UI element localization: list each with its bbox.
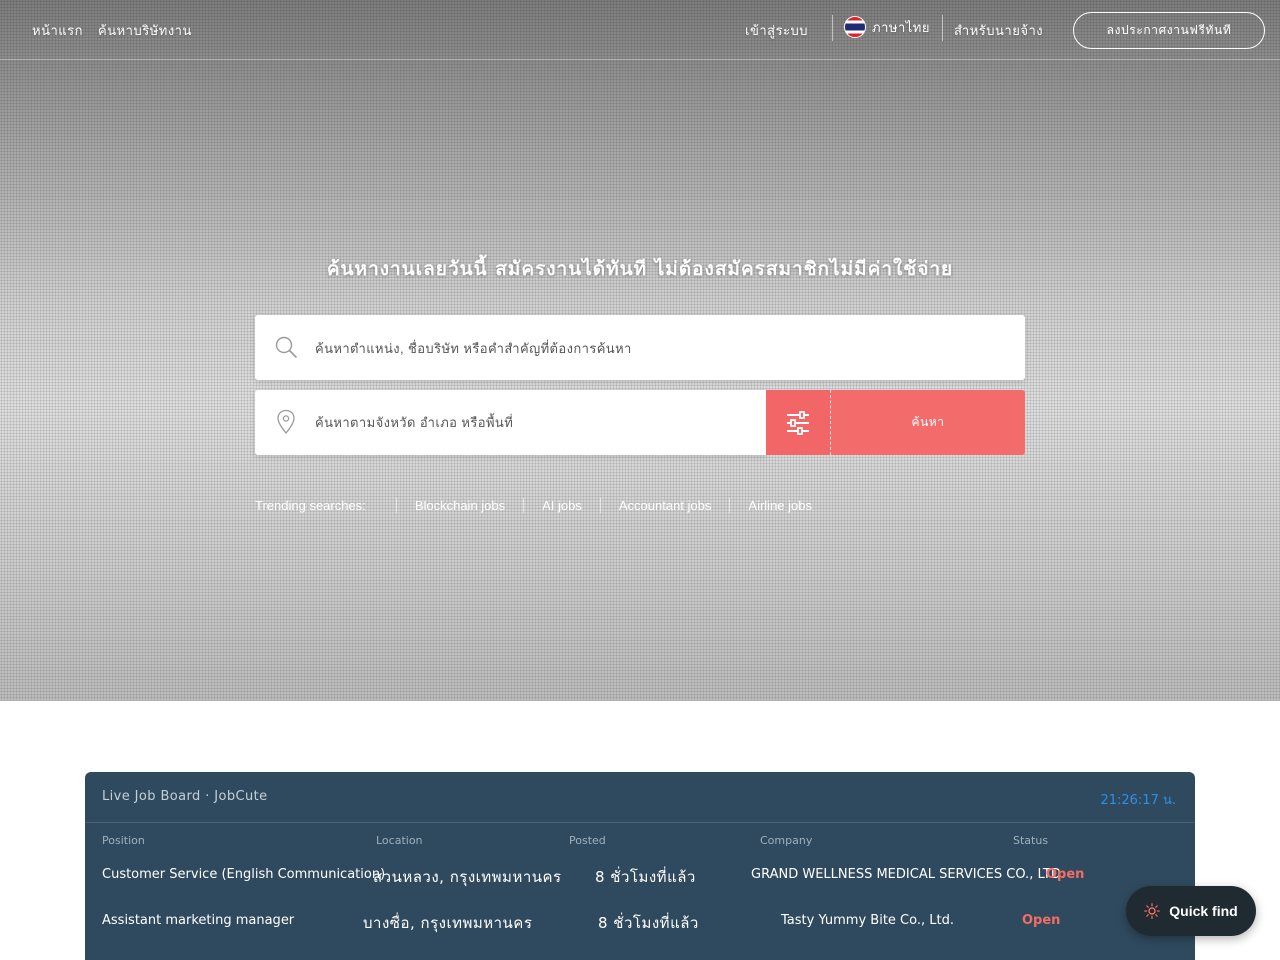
job-location: สวนหลวง, กรุงเทพมหานคร <box>373 868 562 886</box>
map-pin-icon <box>274 409 298 439</box>
nav-company-search-link[interactable]: ค้นหาบริษัทงาน <box>98 20 192 39</box>
post-job-button[interactable]: ลงประกาศงานฟรีทันที <box>1073 12 1265 49</box>
board-title: Live Job Board · JobCute <box>102 789 268 804</box>
job-posted: 8 ชั่วโมงที่แล้ว <box>598 914 699 932</box>
column-header-location: Location <box>376 834 423 847</box>
location-search-input[interactable] <box>315 410 735 434</box>
search-icon <box>274 335 298 363</box>
filter-button[interactable] <box>766 390 831 455</box>
column-header-position: Position <box>102 834 145 847</box>
column-header-company: Company <box>760 834 813 847</box>
job-company: Tasty Yummy Bite Co., Ltd. <box>781 913 954 928</box>
status-badge: Open <box>1022 913 1061 928</box>
quick-find-button[interactable]: Quick find <box>1126 886 1256 936</box>
trending-label: Trending searches: <box>255 497 366 513</box>
job-position: Assistant marketing manager <box>102 913 295 928</box>
column-header-status: Status <box>1013 834 1049 847</box>
live-job-board: Live Job Board · JobCute 21:26:17 น. Pos… <box>85 772 1195 960</box>
table-row[interactable]: Assistant marketing manager บางซื่อ, กรุ… <box>85 910 1195 934</box>
job-position: Customer Service (English Communication) <box>102 867 386 882</box>
job-posted: 8 ชั่วโมงที่แล้ว <box>595 868 696 886</box>
keyword-search-input[interactable] <box>315 336 995 360</box>
board-header: Live Job Board · JobCute 21:26:17 น. <box>85 772 1195 823</box>
hero-section: หน้าแรก ค้นหาบริษัทงาน เข้าสู่ระบบ ภาษาไ… <box>0 0 1280 701</box>
language-selector[interactable]: ภาษาไทย <box>844 16 930 38</box>
trending-item[interactable]: Accountant jobs <box>599 497 730 513</box>
table-row[interactable]: Customer Service (English Communication)… <box>85 864 1195 888</box>
column-header-posted: Posted <box>569 834 606 847</box>
trending-item[interactable]: Airline jobs <box>729 497 830 513</box>
trending-item[interactable]: AI jobs <box>523 497 600 513</box>
top-navigation: หน้าแรก ค้นหาบริษัทงาน เข้าสู่ระบบ ภาษาไ… <box>0 0 1280 60</box>
board-clock: 21:26:17 น. <box>1100 793 1176 808</box>
nav-divider <box>942 15 943 41</box>
language-label: ภาษาไทย <box>872 20 930 36</box>
quick-find-label: Quick find <box>1169 903 1238 919</box>
job-company: GRAND WELLNESS MEDICAL SERVICES CO., LTD… <box>751 867 1065 882</box>
trending-item[interactable]: Blockchain jobs <box>395 497 523 513</box>
sliders-icon <box>787 410 809 435</box>
thailand-flag-icon <box>844 16 866 38</box>
trending-searches: Trending searches: Blockchain jobs AI jo… <box>255 495 830 515</box>
nav-home-link[interactable]: หน้าแรก <box>32 20 83 39</box>
nav-employer-link[interactable]: สำหรับนายจ้าง <box>954 20 1043 39</box>
status-badge: Open <box>1046 867 1085 882</box>
search-submit-button[interactable]: ค้นหา <box>831 390 1025 455</box>
job-location: บางซื่อ, กรุงเทพมหานคร <box>363 914 533 932</box>
sun-icon <box>1144 903 1161 919</box>
nav-login-link[interactable]: เข้าสู่ระบบ <box>745 20 808 39</box>
nav-divider <box>832 15 833 41</box>
hero-headline: ค้นหางานเลยวันนี้ สมัครงานได้ทันที ไม่ต้… <box>326 258 954 280</box>
